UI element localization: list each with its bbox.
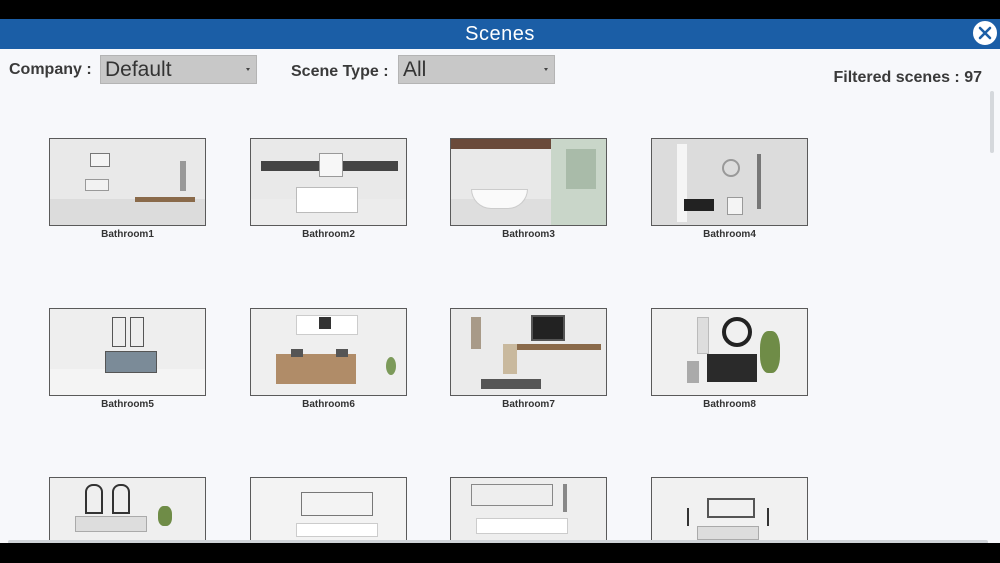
scene-thumbnail	[651, 477, 808, 543]
scene-thumbnail	[450, 308, 607, 396]
scene-name: Bathroom6	[302, 399, 355, 410]
scene-thumbnail	[651, 138, 808, 226]
scene-tile-bathroom8[interactable]: Bathroom8	[651, 308, 808, 410]
company-select-value: Default	[105, 58, 172, 81]
scene-name: Bathroom1	[101, 229, 154, 240]
dialog-title: Scenes	[465, 23, 535, 45]
scene-tile-bathroom3[interactable]: Bathroom3	[450, 138, 607, 240]
scene-tile-bathroom1[interactable]: Bathroom1	[49, 138, 206, 240]
company-label: Company :	[9, 61, 92, 78]
dropdown-arrow-icon	[544, 68, 548, 71]
filtered-scenes-count: Filtered scenes : 97	[833, 69, 982, 86]
close-button[interactable]	[971, 19, 999, 47]
scene-tile-bathroom6[interactable]: Bathroom6	[250, 308, 407, 410]
scene-tile[interactable]	[651, 477, 808, 543]
scene-thumbnail	[250, 477, 407, 543]
scene-name: Bathroom4	[703, 229, 756, 240]
scene-tile[interactable]	[250, 477, 407, 543]
scene-name: Bathroom2	[302, 229, 355, 240]
company-select[interactable]: Default	[100, 55, 257, 84]
scene-tile-bathroom7[interactable]: Bathroom7	[450, 308, 607, 410]
scene-tile-bathroom4[interactable]: Bathroom4	[651, 138, 808, 240]
scene-thumbnail	[49, 477, 206, 543]
scene-name: Bathroom3	[502, 229, 555, 240]
scene-thumbnail	[49, 138, 206, 226]
scene-name: Bathroom8	[703, 399, 756, 410]
scene-tile-bathroom5[interactable]: Bathroom5	[49, 308, 206, 410]
dropdown-arrow-icon	[246, 68, 250, 71]
scene-thumbnail	[49, 308, 206, 396]
scene-type-label: Scene Type :	[291, 63, 389, 80]
scene-tile[interactable]	[49, 477, 206, 543]
close-icon	[978, 26, 992, 40]
dialog-titlebar: Scenes	[0, 19, 1000, 49]
scene-type-select-value: All	[403, 58, 427, 81]
scene-name: Bathroom5	[101, 399, 154, 410]
scene-tile-bathroom2[interactable]: Bathroom2	[250, 138, 407, 240]
scene-thumbnail	[651, 308, 808, 396]
scene-thumbnail	[450, 138, 607, 226]
scene-name: Bathroom7	[502, 399, 555, 410]
vertical-scrollbar[interactable]	[990, 91, 994, 153]
scene-thumbnail	[250, 138, 407, 226]
bottom-letterbox	[0, 543, 1000, 563]
scene-type-select[interactable]: All	[398, 55, 555, 84]
scene-thumbnail	[250, 308, 407, 396]
scenes-panel: Company : Default Scene Type : All Filte…	[0, 49, 1000, 543]
scene-tile[interactable]	[450, 477, 607, 543]
top-letterbox	[0, 0, 1000, 19]
scene-thumbnail	[450, 477, 607, 543]
